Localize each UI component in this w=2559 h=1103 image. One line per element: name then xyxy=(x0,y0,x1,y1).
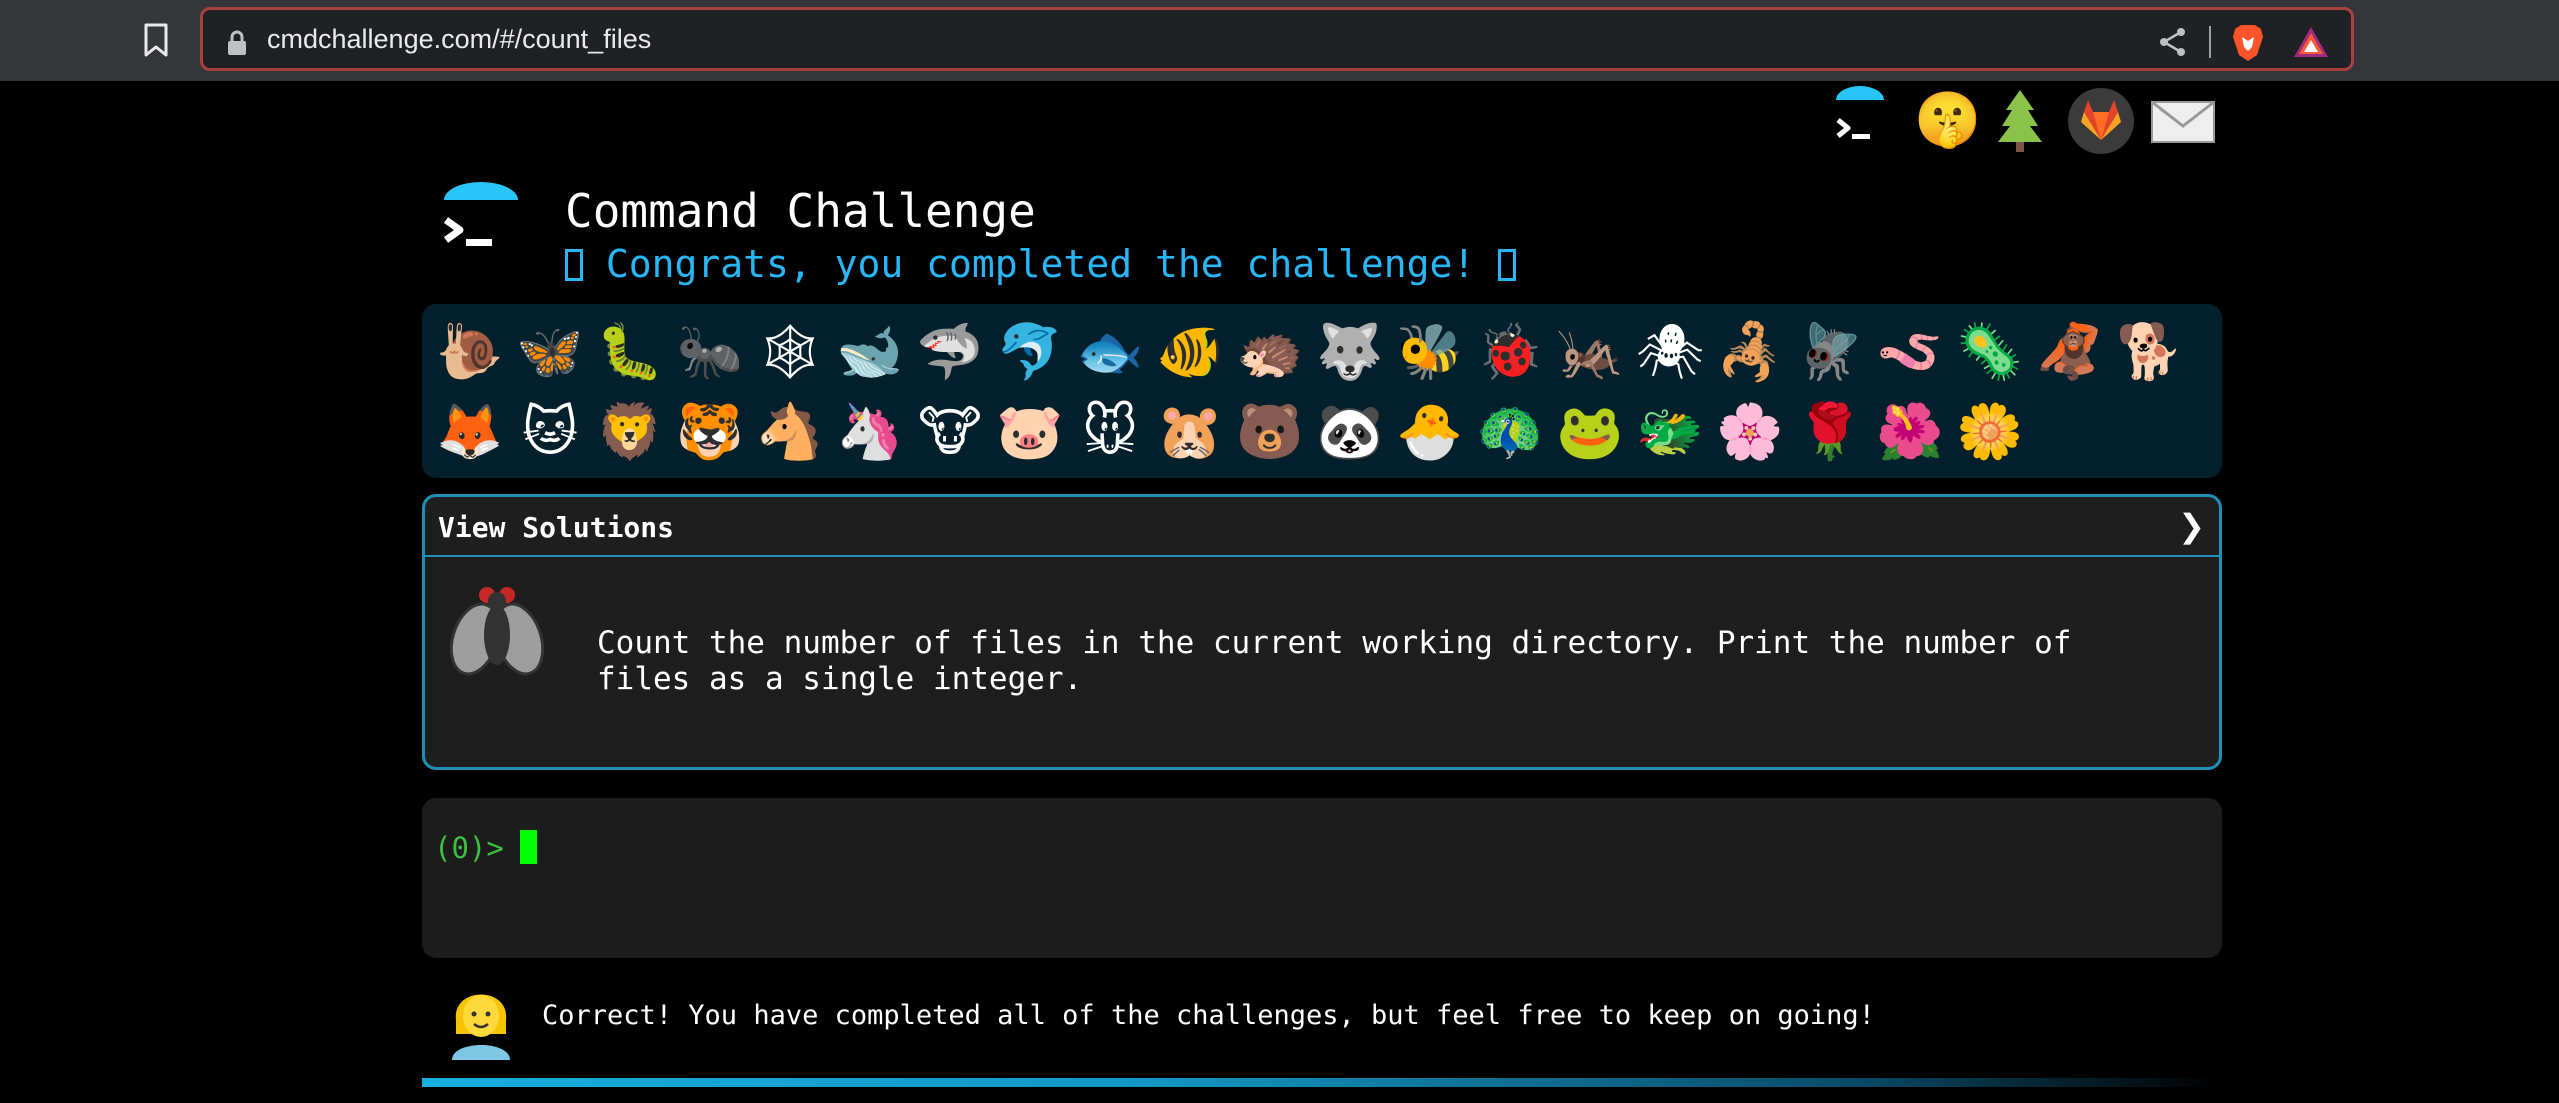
fox-icon[interactable]: 🦊 xyxy=(430,396,510,468)
orangutan-icon[interactable]: 🦧 xyxy=(2030,316,2110,388)
dragon-icon[interactable]: 🐲 xyxy=(1630,396,1710,468)
emoji-row-1: 🐌 🦋 🐛 🐜 🕸 🐋 🦈 🐬 🐟 🐠 🦔 🐺 🐝 🐞 🦗 🕷 🦂 🪰 🪱 🦠 … xyxy=(430,316,2190,388)
pig-icon[interactable]: 🐷 xyxy=(990,396,1070,468)
worm-icon[interactable]: 🪱 xyxy=(1870,316,1950,388)
brave-rewards-icon[interactable] xyxy=(2291,24,2331,60)
bee-icon[interactable]: 🐝 xyxy=(1390,316,1470,388)
tropical-fish-icon[interactable]: 🐠 xyxy=(1150,316,1230,388)
hamster-icon[interactable]: 🐹 xyxy=(1150,396,1230,468)
rose-icon[interactable]: 🌹 xyxy=(1790,396,1870,468)
envelope-icon[interactable] xyxy=(2148,84,2218,156)
caterpillar-icon[interactable]: 🐛 xyxy=(590,316,670,388)
peacock-icon[interactable]: 🦚 xyxy=(1470,396,1550,468)
address-bar[interactable]: cmdchallenge.com/#/count_files xyxy=(200,7,2354,71)
lion-icon[interactable]: 🦁 xyxy=(590,396,670,468)
terminal-prompt: (0)> xyxy=(434,831,522,865)
challenge-panel: View Solutions ❯ Count the number of fil… xyxy=(422,494,2222,770)
butterfly-icon[interactable]: 🦋 xyxy=(510,316,590,388)
mouse-icon[interactable]: 🐭 xyxy=(1070,396,1150,468)
snail-icon[interactable]: 🐌 xyxy=(430,316,510,388)
hatching-chick-icon[interactable]: 🐣 xyxy=(1390,396,1470,468)
ant-icon[interactable]: 🐜 xyxy=(670,316,750,388)
whale-icon[interactable]: 🐋 xyxy=(830,316,910,388)
browser-toolbar: cmdchallenge.com/#/count_files xyxy=(0,0,2559,81)
bookmark-icon[interactable] xyxy=(140,22,172,58)
feedback-message: Correct! You have completed all of the c… xyxy=(542,1000,1875,1031)
view-solutions-toggle[interactable]: View Solutions ❯ xyxy=(425,497,2219,557)
address-bar-divider xyxy=(2209,26,2211,58)
blossom-icon[interactable]: 🌼 xyxy=(1950,396,2030,468)
spider-web-icon[interactable]: 🕸 xyxy=(750,316,830,388)
hedgehog-icon[interactable]: 🦔 xyxy=(1230,316,1310,388)
terminal-input-area[interactable]: (0)> xyxy=(422,798,2222,958)
view-solutions-label[interactable]: View Solutions xyxy=(438,511,674,544)
terminal-logo-icon[interactable] xyxy=(1830,84,1890,156)
lock-icon[interactable] xyxy=(225,30,249,56)
cat-icon[interactable]: 🐱 xyxy=(510,396,590,468)
ladybug-icon[interactable]: 🐞 xyxy=(1470,316,1550,388)
challenge-description: Count the number of files in the current… xyxy=(597,625,2072,697)
missing-glyph-icon xyxy=(565,249,583,281)
page-title: Command Challenge xyxy=(565,184,1036,238)
woman-icon xyxy=(452,994,510,1060)
terminal-cursor[interactable] xyxy=(520,830,537,864)
command-challenge-logo-icon[interactable] xyxy=(436,182,526,272)
spider-icon[interactable]: 🕷 xyxy=(1630,316,1710,388)
fly-icon xyxy=(449,587,545,676)
url-text[interactable]: cmdchallenge.com/#/count_files xyxy=(267,24,651,55)
share-icon[interactable] xyxy=(2157,26,2189,58)
dolphin-icon[interactable]: 🐬 xyxy=(990,316,1070,388)
tiger-icon[interactable]: 🐯 xyxy=(670,396,750,468)
chevron-right-icon[interactable]: ❯ xyxy=(2178,507,2205,545)
fish-icon[interactable]: 🐟 xyxy=(1070,316,1150,388)
missing-glyph-icon xyxy=(1498,249,1517,281)
completion-subtitle: Congrats, you completed the challenge! xyxy=(565,242,1517,286)
microbe-icon[interactable]: 🦠 xyxy=(1950,316,2030,388)
progress-fill xyxy=(422,1078,2222,1087)
shark-icon[interactable]: 🦈 xyxy=(910,316,990,388)
scorpion-icon[interactable]: 🦂 xyxy=(1710,316,1790,388)
dog-icon[interactable]: 🐕 xyxy=(2110,316,2190,388)
cow-icon[interactable]: 🐮 xyxy=(910,396,990,468)
tree-icon[interactable] xyxy=(1990,84,2050,156)
panda-icon[interactable]: 🐼 xyxy=(1310,396,1390,468)
cricket-icon[interactable]: 🦗 xyxy=(1550,316,1630,388)
frog-icon[interactable]: 🐸 xyxy=(1550,396,1630,468)
hibiscus-icon[interactable]: 🌺 xyxy=(1870,396,1950,468)
completion-message: Congrats, you completed the challenge! xyxy=(583,242,1499,286)
horse-icon[interactable]: 🐴 xyxy=(750,396,830,468)
cherry-blossom-icon[interactable]: 🌸 xyxy=(1710,396,1790,468)
bear-icon[interactable]: 🐻 xyxy=(1230,396,1310,468)
shushing-face-icon[interactable]: 🤫 xyxy=(1914,84,1981,156)
fly-icon[interactable]: 🪰 xyxy=(1790,316,1870,388)
brave-shield-icon[interactable] xyxy=(2229,23,2267,63)
gitlab-fox-icon[interactable] xyxy=(2068,88,2134,154)
progress-bar xyxy=(422,1078,2222,1087)
unicorn-icon[interactable]: 🦄 xyxy=(830,396,910,468)
emoji-row-2: 🦊 🐱 🦁 🐯 🐴 🦄 🐮 🐷 🐭 🐹 🐻 🐼 🐣 🦚 🐸 🐲 🌸 🌹 🌺 🌼 xyxy=(430,396,2030,468)
completed-challenges-grid: 🐌 🦋 🐛 🐜 🕸 🐋 🦈 🐬 🐟 🐠 🦔 🐺 🐝 🐞 🦗 🕷 🦂 🪰 🪱 🦠 … xyxy=(422,304,2222,478)
wolf-icon[interactable]: 🐺 xyxy=(1310,316,1390,388)
